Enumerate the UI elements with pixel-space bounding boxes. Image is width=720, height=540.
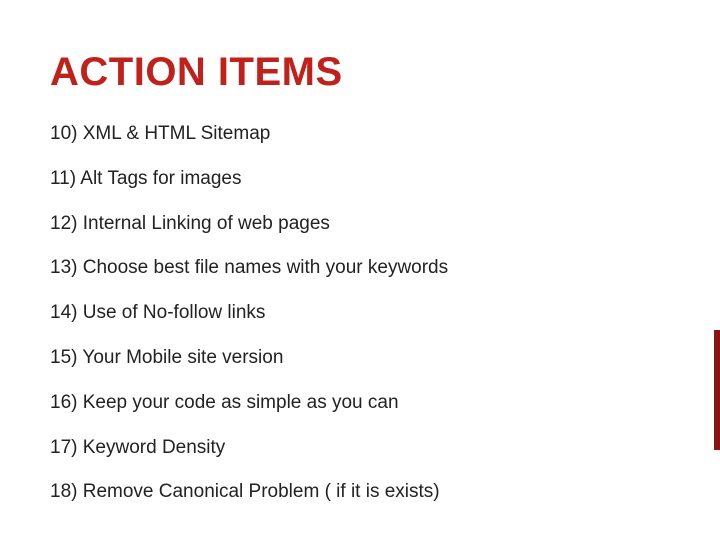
list-item: 10) XML & HTML Sitemap [50,123,670,146]
list-item: 14) Use of No-follow links [50,302,670,325]
list-item: 18) Remove Canonical Problem ( if it is … [50,481,670,504]
list-item: 17) Keyword Density [50,437,670,460]
slide: ACTION ITEMS 10) XML & HTML Sitemap 11) … [0,0,720,540]
list-item: 15) Your Mobile site version [50,347,670,370]
list-item: 13) Choose best file names with your key… [50,257,670,280]
slide-title: ACTION ITEMS [50,50,670,95]
accent-bar [714,330,720,450]
list-item: 16) Keep your code as simple as you can [50,392,670,415]
list-item: 11) Alt Tags for images [50,168,670,191]
list-item: 12) Internal Linking of web pages [50,213,670,236]
action-items-list: 10) XML & HTML Sitemap 11) Alt Tags for … [50,123,670,504]
